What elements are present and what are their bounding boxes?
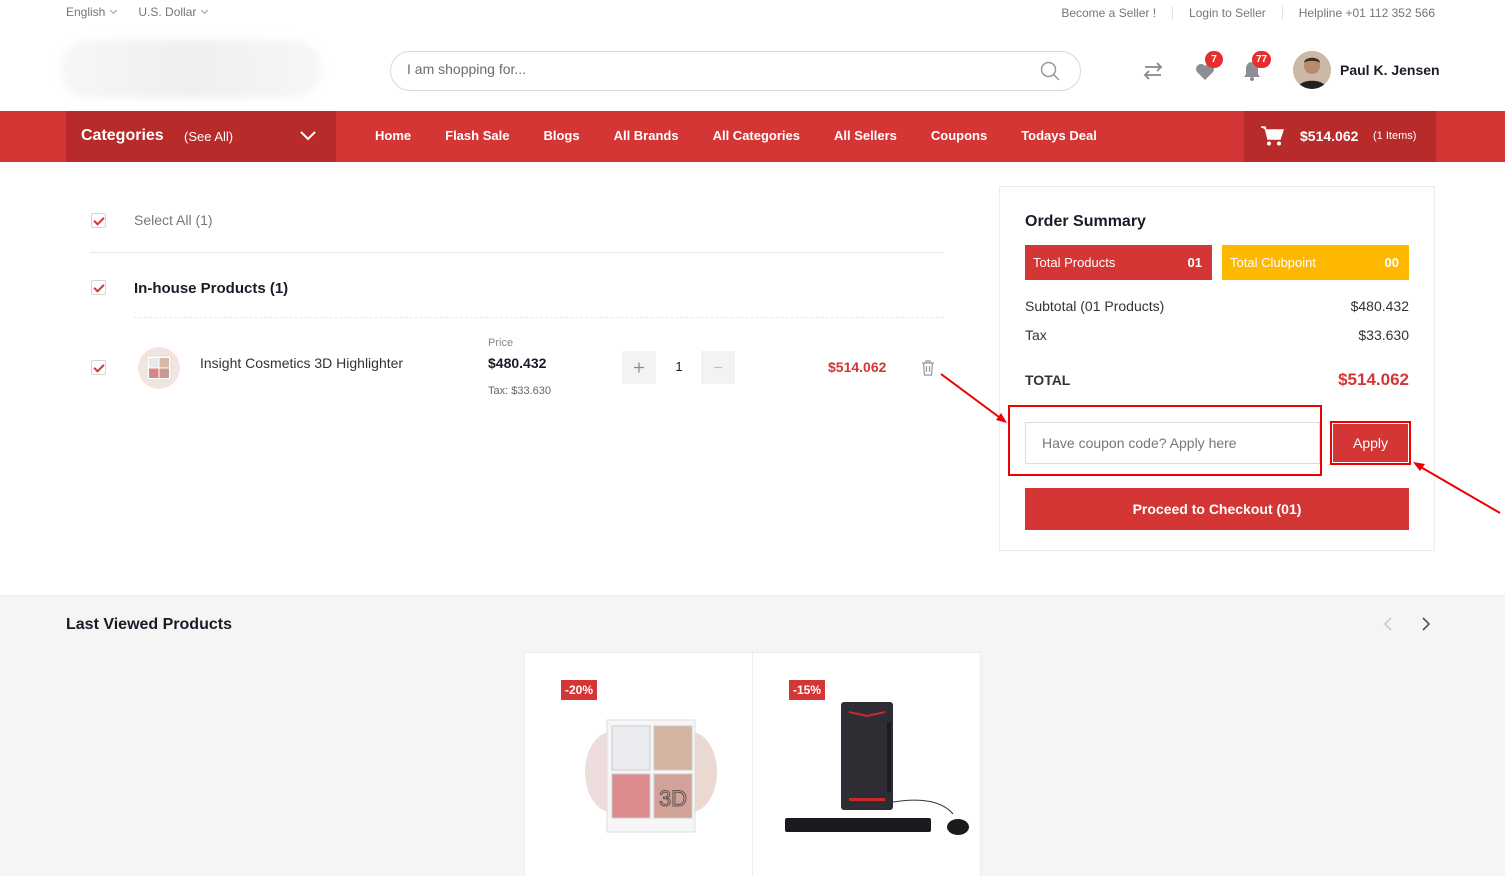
total-clubpoint-label: Total Clubpoint <box>1230 255 1316 270</box>
order-summary-panel: Order Summary Total Products 01 Total Cl… <box>999 186 1435 551</box>
avatar[interactable] <box>1293 51 1331 89</box>
helpline-text: Helpline +01 112 352 566 <box>1298 6 1435 20</box>
product-tax: Tax: $33.630 <box>488 385 551 397</box>
total-products-value: 01 <box>1187 255 1202 270</box>
discount-badge: -15% <box>789 680 826 700</box>
product-image[interactable] <box>785 702 969 842</box>
see-all-link[interactable]: (See All) <box>184 129 233 144</box>
nav-coupons[interactable]: Coupons <box>931 128 987 143</box>
quantity-value[interactable]: 1 <box>670 359 688 374</box>
trash-icon[interactable] <box>920 359 936 376</box>
search-icon[interactable] <box>1040 61 1060 81</box>
quantity-increase-button[interactable] <box>622 351 656 384</box>
total-products-box: Total Products 01 <box>1025 245 1212 280</box>
coupon-code-input[interactable] <box>1025 422 1320 464</box>
nav-all-sellers[interactable]: All Sellers <box>834 128 897 143</box>
quantity-decrease-button[interactable] <box>701 351 735 384</box>
total-products-label: Total Products <box>1033 255 1116 270</box>
product-image[interactable]: 3D <box>581 702 721 842</box>
tax-label: Tax <box>1025 327 1047 343</box>
select-all-checkbox[interactable] <box>91 213 106 228</box>
select-all-label: Select All (1) <box>134 212 213 228</box>
product-thumbnail[interactable] <box>136 345 182 391</box>
nav-all-categories[interactable]: All Categories <box>713 128 800 143</box>
item-total: $514.062 <box>828 359 887 375</box>
site-logo[interactable] <box>60 40 322 98</box>
nav-todays-deal[interactable]: Todays Deal <box>1021 128 1097 143</box>
chevron-left-icon[interactable] <box>1382 616 1394 632</box>
wishlist-count-badge: 7 <box>1205 51 1223 68</box>
user-name[interactable]: Paul K. Jensen <box>1340 62 1440 78</box>
total-value: $514.062 <box>1338 370 1409 389</box>
subtotal-value: $480.432 <box>1350 298 1409 314</box>
item-checkbox[interactable] <box>91 360 106 375</box>
top-bar: English U.S. Dollar Become a Seller ! Lo… <box>0 0 1505 24</box>
nav-all-brands[interactable]: All Brands <box>614 128 679 143</box>
language-selector[interactable]: English <box>66 5 116 19</box>
currency-selector[interactable]: U.S. Dollar <box>138 5 207 19</box>
nav-home[interactable]: Home <box>375 128 411 143</box>
group-checkbox[interactable] <box>91 280 106 295</box>
compare-icon[interactable] <box>1142 59 1166 83</box>
total-label: TOTAL <box>1025 372 1071 388</box>
last-viewed-section: Last Viewed Products -20% 3D -15% <box>0 595 1505 876</box>
cart-amount: $514.062 <box>1300 128 1359 144</box>
product-name[interactable]: Insight Cosmetics 3D Highlighter <box>200 355 403 371</box>
nav-blogs[interactable]: Blogs <box>543 128 579 143</box>
cart-icon <box>1260 125 1284 147</box>
apply-coupon-button[interactable]: Apply <box>1333 424 1408 462</box>
product-card[interactable]: -15% <box>752 652 981 876</box>
search-bar <box>390 51 1081 91</box>
chevron-right-icon[interactable] <box>1420 616 1432 632</box>
subtotal-label: Subtotal (01 Products) <box>1025 298 1165 314</box>
tax-value: $33.630 <box>1358 327 1409 343</box>
tax-row: Tax $33.630 <box>1025 327 1409 343</box>
last-viewed-title: Last Viewed Products <box>66 616 232 633</box>
chevron-down-icon <box>300 127 316 143</box>
login-seller-link[interactable]: Login to Seller <box>1173 6 1283 20</box>
total-row: TOTAL $514.062 <box>1025 370 1409 389</box>
proceed-to-checkout-button[interactable]: Proceed to Checkout (01) <box>1025 488 1409 530</box>
order-summary-title: Order Summary <box>1025 213 1146 230</box>
notification-count-badge: 77 <box>1252 51 1272 68</box>
discount-badge: -20% <box>561 680 598 700</box>
subtotal-row: Subtotal (01 Products) $480.432 <box>1025 298 1409 314</box>
cart-items-count: (1 Items) <box>1373 130 1417 142</box>
cart-button[interactable]: $514.062 (1 Items) <box>1244 111 1436 162</box>
become-seller-link[interactable]: Become a Seller ! <box>1045 6 1174 20</box>
divider <box>134 317 944 318</box>
search-input[interactable] <box>407 61 1007 77</box>
wishlist-icon[interactable]: 7 <box>1195 51 1223 83</box>
notification-bell-icon[interactable]: 77 <box>1242 51 1272 83</box>
product-price: $480.432 <box>488 355 547 371</box>
categories-label: Categories <box>81 127 164 144</box>
nav-flash-sale[interactable]: Flash Sale <box>445 128 509 143</box>
categories-dropdown[interactable]: Categories (See All) <box>66 111 336 162</box>
group-title: In-house Products (1) <box>134 280 289 297</box>
product-card[interactable]: -20% 3D <box>524 652 753 876</box>
total-clubpoint-value: 00 <box>1384 255 1399 270</box>
price-label: Price <box>488 337 514 349</box>
svg-text:3D: 3D <box>659 786 687 811</box>
main-navbar: Categories (See All) Home Flash Sale Blo… <box>0 111 1505 162</box>
total-clubpoint-box: Total Clubpoint 00 <box>1222 245 1409 280</box>
divider <box>90 252 944 253</box>
